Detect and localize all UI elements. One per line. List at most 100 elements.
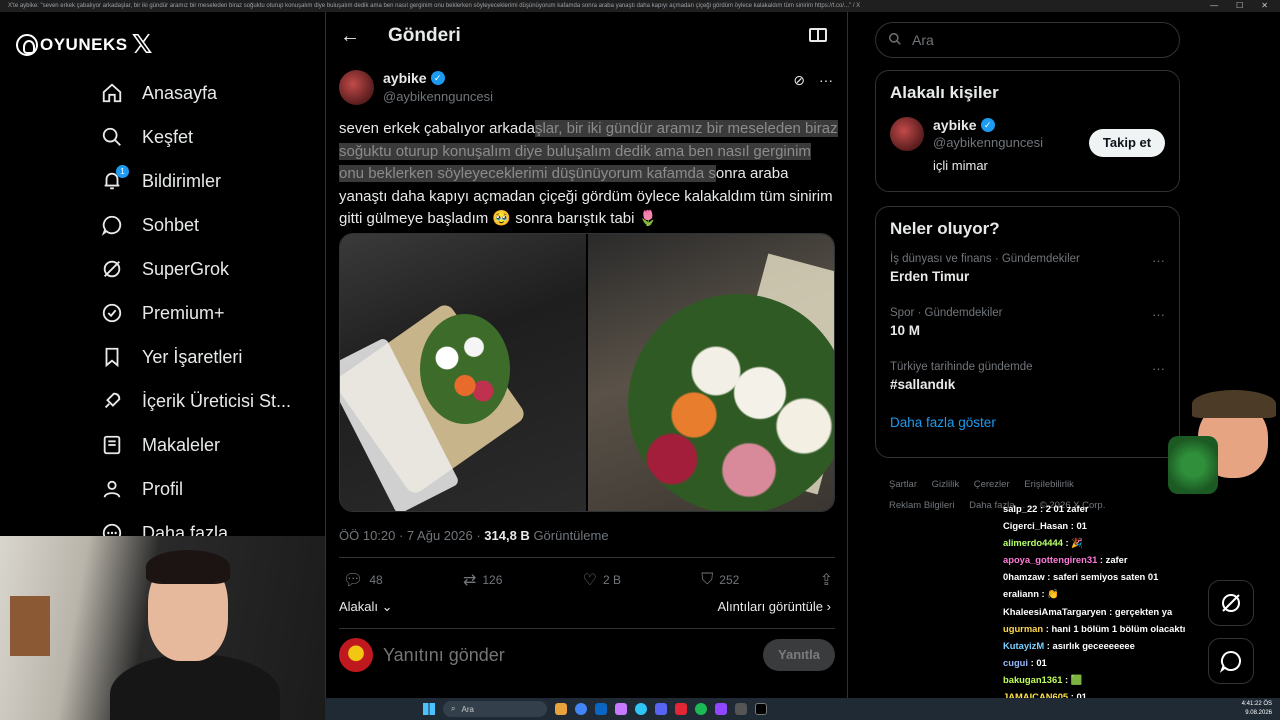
- nav-item-supergrok[interactable]: SuperGrok: [100, 247, 291, 291]
- maximize-icon[interactable]: ☐: [1236, 0, 1243, 12]
- bookmark-button[interactable]: ⛉ 252: [701, 570, 739, 590]
- windows-taskbar: ⌕ Ara 4:41:22 ÖS 9.08.2026: [325, 698, 1280, 720]
- chrome-icon[interactable]: [575, 703, 587, 715]
- share-icon: ⇪: [819, 572, 833, 589]
- flower-bouquet-photo-2[interactable]: [588, 234, 834, 511]
- home-icon: [100, 81, 124, 105]
- nav-item-bookmarks[interactable]: Yer İşaretleri: [100, 335, 291, 379]
- close-icon[interactable]: ✕: [1261, 0, 1268, 12]
- chat-message: apoya_gottengiren31 : zafer: [1003, 551, 1203, 568]
- nav-item-articles[interactable]: Makaleler: [100, 423, 291, 467]
- taskbar-search[interactable]: ⌕ Ara: [443, 701, 547, 717]
- post-timestamp[interactable]: ÖÖ 10:20 · 7 Ağu 2026 ·: [339, 528, 484, 543]
- more-options-icon[interactable]: ···: [1152, 307, 1165, 322]
- bouquet-flowers: [420, 314, 510, 424]
- app-icon[interactable]: [615, 703, 627, 715]
- chat-message: 0hamzaw : saferi semiyos saten 01: [1003, 568, 1203, 585]
- footer-link[interactable]: Çerezler: [974, 479, 1010, 490]
- post-meta: ÖÖ 10:20 · 7 Ağu 2026 · 314,8 B Görüntül…: [339, 528, 609, 543]
- trends-card: Neler oluyor? İş dünyası ve finans · Gün…: [875, 206, 1180, 458]
- view-quotes-link[interactable]: Alıntıları görüntüle ›: [718, 599, 831, 614]
- grok-icon[interactable]: ⊘: [793, 72, 805, 89]
- chat-username: cugui: [1003, 656, 1028, 668]
- chat-text: : saferi semiyos saten 01: [1044, 571, 1159, 583]
- trends-title: Neler oluyor?: [890, 219, 1000, 238]
- mascot-hat: [1192, 390, 1276, 418]
- messages-fab[interactable]: [1208, 638, 1254, 684]
- reader-mode-icon[interactable]: [809, 28, 827, 42]
- nav-item-chat[interactable]: Sohbet: [100, 203, 291, 247]
- trend-item[interactable]: İş dünyası ve finans · Gündemdekiler Erd…: [876, 245, 1179, 299]
- file-explorer-icon[interactable]: [555, 703, 567, 715]
- nav-label: İçerik Üreticisi St...: [142, 390, 292, 411]
- nav-item-creator-studio[interactable]: İçerik Üreticisi St...: [100, 379, 291, 423]
- reply-button[interactable]: 💬︎ 48: [343, 570, 383, 590]
- chat-message: cugui : 01: [1003, 654, 1203, 671]
- footer-link[interactable]: Gizlilik: [932, 479, 959, 490]
- stream-mascot-overlay: [1168, 388, 1280, 504]
- windows-start-icon[interactable]: [423, 703, 435, 715]
- more-options-icon[interactable]: ···: [1152, 253, 1165, 268]
- nav-item-profile[interactable]: Profil: [100, 467, 291, 511]
- share-button[interactable]: ⇪: [820, 570, 833, 590]
- twitch-icon[interactable]: [715, 703, 727, 715]
- author-name[interactable]: aybike: [383, 70, 427, 86]
- trend-item[interactable]: Türkiye tarihinde gündemde #sallandık ··…: [876, 353, 1179, 407]
- clock-date: 9.08.2026: [1245, 710, 1272, 716]
- view-count: 314,8 B: [484, 528, 530, 543]
- app-icon[interactable]: [675, 703, 687, 715]
- chat-username: salp_22: [1003, 503, 1038, 514]
- search-bar[interactable]: Ara: [875, 22, 1180, 58]
- avatar[interactable]: [339, 70, 374, 105]
- heart-icon: ♡: [582, 572, 597, 589]
- flower-bouquet-photo-1[interactable]: [340, 234, 586, 511]
- site-logo[interactable]: OYUNEKS 𝕏: [16, 30, 153, 60]
- nav-label: Premium+: [142, 302, 225, 323]
- x-app-icon[interactable]: [755, 703, 767, 715]
- post-media[interactable]: [339, 233, 835, 512]
- chat-text: : 01: [1028, 656, 1047, 668]
- post-actions: 💬︎ 48 ⇄ 126 ♡ 2 B ⛉ 252 ⇪: [343, 570, 833, 590]
- trend-name: 10 M: [890, 323, 921, 338]
- like-button[interactable]: ♡ 2 B: [583, 570, 621, 590]
- more-options-icon[interactable]: ···: [819, 72, 833, 89]
- relevant-sort-dropdown[interactable]: Alakalı ⌄: [339, 599, 393, 615]
- trend-item[interactable]: Spor · Gündemdekiler 10 M ···: [876, 299, 1179, 353]
- obs-icon[interactable]: [735, 703, 747, 715]
- footer-link[interactable]: Şartlar: [889, 479, 917, 490]
- reply-input[interactable]: [383, 644, 763, 666]
- store-icon[interactable]: [595, 703, 607, 715]
- related-person[interactable]: aybike ✓ @aybikennguncesi içli mimar Taki…: [876, 103, 1179, 181]
- chevron-down-icon: ⌄: [381, 599, 393, 614]
- rocket-icon: [100, 389, 124, 413]
- discord-icon[interactable]: [655, 703, 667, 715]
- footer-link[interactable]: Reklam Bilgileri: [889, 500, 954, 511]
- chat-text: : 2 01 zafer: [1037, 503, 1089, 514]
- chat-username: bakugan1361: [1003, 673, 1063, 685]
- post-author[interactable]: aybike ✓ @aybikennguncesi: [339, 70, 493, 105]
- left-sidebar: OYUNEKS 𝕏 Anasayfa Keşfet 1 Bildirimler: [0, 12, 325, 543]
- search-icon: [100, 125, 124, 149]
- nav-item-notifications[interactable]: 1 Bildirimler: [100, 159, 291, 203]
- back-arrow-icon[interactable]: ←: [340, 25, 376, 48]
- nav-item-explore[interactable]: Keşfet: [100, 115, 291, 159]
- grok-fab[interactable]: [1208, 580, 1254, 626]
- nav-item-home[interactable]: Anasayfa: [100, 71, 291, 115]
- author-name-row: aybike ✓: [383, 70, 493, 86]
- avatar[interactable]: [890, 117, 924, 151]
- more-options-icon[interactable]: ···: [1152, 361, 1165, 376]
- relevant-sort-label: Alakalı: [339, 599, 379, 614]
- related-person-handle: @aybikennguncesi: [933, 135, 1044, 150]
- author-handle[interactable]: @aybikennguncesi: [383, 89, 493, 104]
- edge-icon[interactable]: [635, 703, 647, 715]
- view-label: Görüntüleme: [533, 528, 609, 543]
- repost-button[interactable]: ⇄ 126: [463, 570, 502, 590]
- bookmark-count: 252: [719, 573, 740, 587]
- reply-submit-button[interactable]: Yanıtla: [763, 639, 835, 671]
- nav-item-premium[interactable]: Premium+: [100, 291, 291, 335]
- footer-link[interactable]: Erişilebilirlik: [1024, 479, 1074, 490]
- spotify-icon[interactable]: [695, 703, 707, 715]
- show-more-link[interactable]: Daha fazla göster: [876, 407, 1179, 444]
- minimize-icon[interactable]: —: [1210, 0, 1218, 12]
- follow-button[interactable]: Takip et: [1089, 129, 1165, 157]
